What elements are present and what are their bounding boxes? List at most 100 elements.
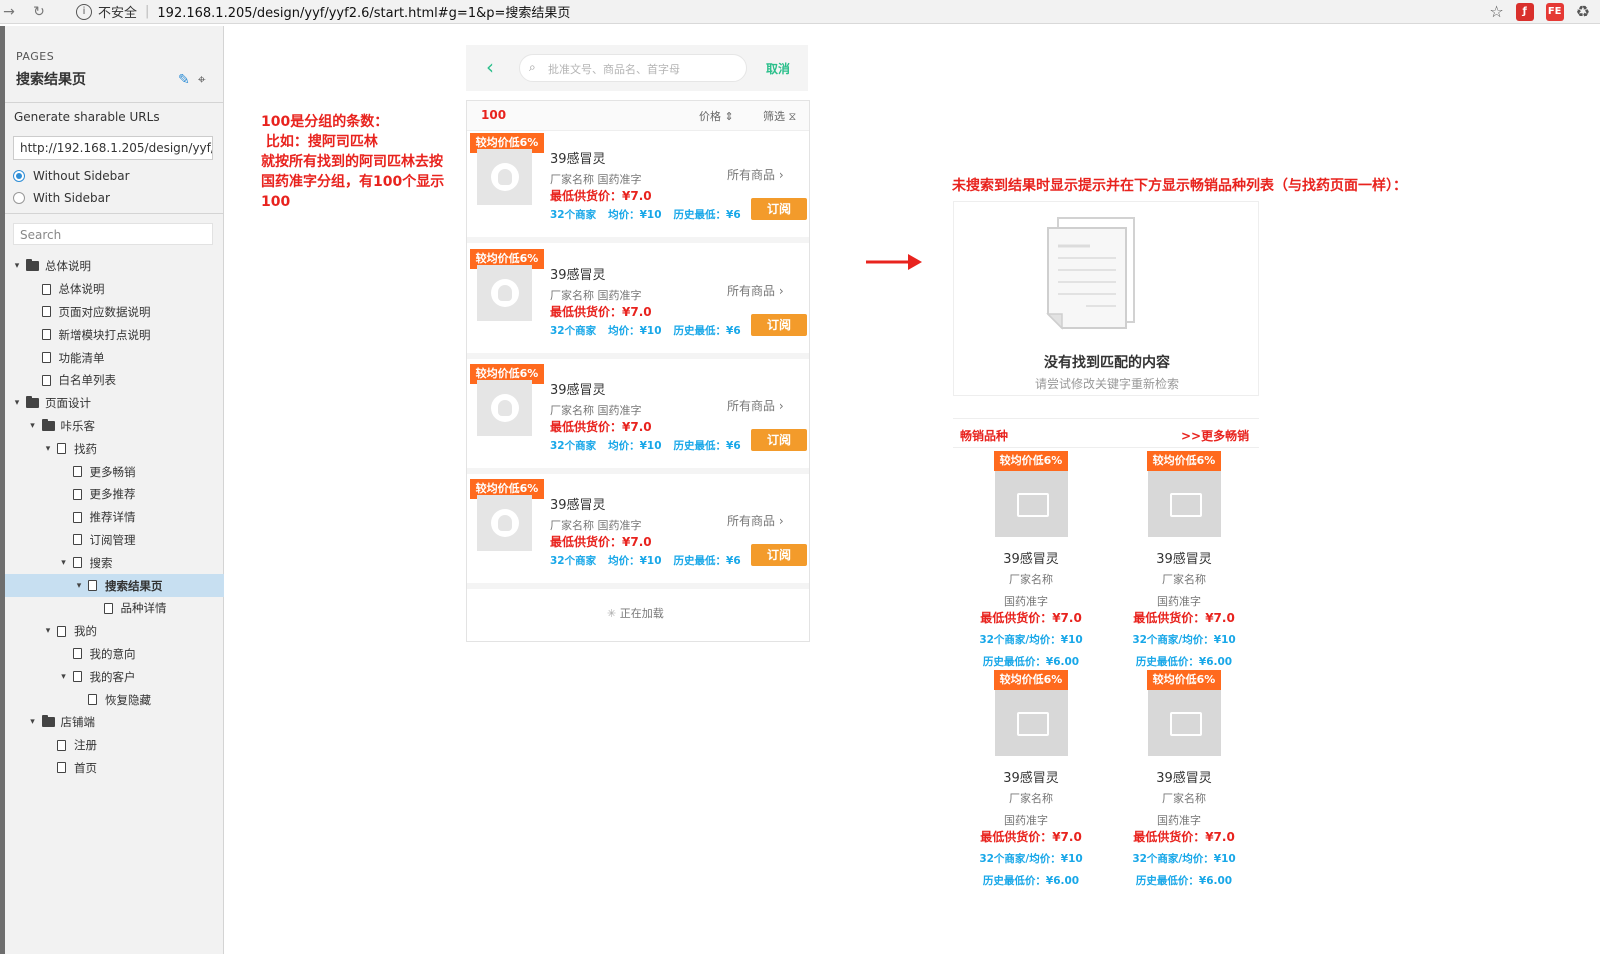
share-url-field[interactable]: http://192.168.1.205/design/yyf/yyf2.	[13, 136, 213, 160]
tree-item[interactable]: ▾ 咔乐客	[5, 415, 224, 438]
tree-item[interactable]: 总体说明	[5, 278, 224, 301]
expand-caret-icon[interactable]: ▾	[43, 444, 53, 454]
search-input[interactable]: ⌕ 批准文号、商品名、首字母	[519, 54, 747, 82]
edit-icon[interactable]: ✎	[178, 72, 190, 88]
tree-item-label: 找药	[74, 441, 97, 456]
empty-subtitle: 请尝试修改关键字重新检索	[1034, 377, 1179, 391]
subscribe-button[interactable]: 订阅	[751, 314, 807, 336]
subscribe-button[interactable]: 订阅	[751, 429, 807, 451]
page-icon	[41, 352, 51, 364]
product-name: 39感冒灵	[550, 383, 606, 398]
radio-without-sidebar[interactable]: Without Sidebar	[13, 169, 130, 183]
radio-with-sidebar[interactable]: With Sidebar	[13, 191, 110, 205]
bestseller-card[interactable]: 较均价低6% 39感冒灵 厂家名称 国药准字 最低供货价：¥7.0 32个商家/均价：¥1…	[1127, 451, 1277, 668]
page-icon	[57, 739, 66, 751]
tree-item[interactable]: ▾ 总体说明	[5, 255, 224, 278]
expand-caret-icon[interactable]: ▾	[12, 398, 22, 408]
tree-item[interactable]: 首页	[5, 757, 224, 780]
tree-item[interactable]: ▾ 搜索	[5, 551, 224, 574]
all-products-link[interactable]: 所有商品 ›	[727, 166, 784, 183]
expand-caret-icon[interactable]: ▾	[74, 581, 84, 591]
result-item[interactable]: 较均价低6% 39感冒灵 厂家名称 国药准字 所有商品 › 最低供货价：¥7.0 32个商…	[467, 247, 809, 359]
tree-item[interactable]: 页面对应数据说明	[5, 301, 224, 324]
tree-item[interactable]: 功能清单	[5, 346, 224, 369]
more-bestsellers-link[interactable]: >>更多畅销	[1181, 427, 1249, 444]
tree-item[interactable]: 恢复隐藏	[5, 688, 224, 711]
lowest-price: 最低供货价：¥7.0	[550, 305, 652, 319]
info-icon[interactable]: i	[76, 3, 92, 20]
tree-item-label: 恢复隐藏	[105, 692, 151, 707]
all-products-link[interactable]: 所有商品 ›	[727, 282, 784, 299]
tree-item[interactable]: 品种详情	[5, 597, 224, 620]
extension-icon[interactable]: FE	[1545, 2, 1564, 21]
tree-item-label: 总体说明	[58, 282, 105, 297]
bookmark-star-icon[interactable]: ☆	[1489, 2, 1503, 21]
tree-item[interactable]: ▾ 我的	[5, 620, 224, 643]
bestseller-card[interactable]: 较均价低6% 39感冒灵 厂家名称 国药准字 最低供货价：¥7.0 32个商家/均价：¥1…	[974, 451, 1124, 668]
bestseller-card[interactable]: 较均价低6% 39感冒灵 厂家名称 国药准字 最低供货价：¥7.0 32个商家/均价：¥1…	[974, 670, 1124, 887]
address-bar[interactable]: 192.168.1.205/design/yyf/yyf2.6/start.ht…	[157, 2, 570, 21]
product-thumbnail[interactable]	[477, 149, 532, 205]
product-thumbnail[interactable]	[477, 495, 532, 551]
generate-urls-label: Generate sharable URLs	[14, 110, 160, 124]
expand-caret-icon[interactable]: ▾	[59, 558, 69, 568]
expand-caret-icon[interactable]: ▾	[12, 261, 22, 271]
pin-icon[interactable]: ⌖	[198, 72, 206, 88]
image-placeholder-icon[interactable]	[995, 690, 1068, 756]
image-placeholder-icon[interactable]	[1148, 471, 1221, 537]
expand-caret-icon[interactable]: ▾	[43, 626, 53, 636]
merchant-count: 32个商家	[550, 555, 597, 567]
sidebar-search-input[interactable]: Search	[13, 223, 213, 245]
radio-selected-icon[interactable]	[13, 170, 25, 182]
expand-caret-icon[interactable]: ▾	[28, 717, 38, 727]
cancel-button[interactable]: 取消	[766, 60, 790, 77]
subscribe-button[interactable]: 订阅	[751, 544, 807, 566]
divider	[5, 102, 224, 103]
page-icon	[41, 374, 51, 386]
tree-item[interactable]: ▾ 我的客户	[5, 665, 224, 688]
product-thumbnail[interactable]	[477, 265, 532, 321]
product-thumbnail[interactable]	[477, 380, 532, 436]
product-meta: 厂家名称 国药准字	[550, 404, 642, 417]
result-item[interactable]: 较均价低6% 39感冒灵 厂家名称 国药准字 所有商品 › 最低供货价：¥7.0 32个商…	[467, 362, 809, 474]
tree-item-label: 注册	[74, 738, 97, 753]
merchant-count: 32个商家	[550, 325, 597, 337]
tree-item[interactable]: 更多推荐	[5, 483, 224, 506]
tree-item[interactable]: 注册	[5, 734, 224, 757]
tree-item[interactable]: 我的意向	[5, 643, 224, 666]
extension-icon[interactable]: ƒ	[1515, 2, 1534, 21]
expand-caret-icon[interactable]: ▾	[28, 421, 38, 431]
tree-item[interactable]: 订阅管理	[5, 529, 224, 552]
all-products-link[interactable]: 所有商品 ›	[727, 512, 784, 529]
tree-item[interactable]: ▾ 搜索结果页	[5, 574, 224, 597]
result-item[interactable]: 较均价低6% 39感冒灵 厂家名称 国药准字 所有商品 › 最低供货价：¥7.0 32个商…	[467, 131, 809, 243]
bestseller-card[interactable]: 较均价低6% 39感冒灵 厂家名称 国药准字 最低供货价：¥7.0 32个商家/均价：¥1…	[1127, 670, 1277, 887]
forward-icon[interactable]: →	[0, 4, 18, 20]
tree-item[interactable]: 更多畅销	[5, 460, 224, 483]
subscribe-button[interactable]: 订阅	[751, 198, 807, 220]
tree-item[interactable]: 新增模块打点说明	[5, 323, 224, 346]
tree-item[interactable]: 白名单列表	[5, 369, 224, 392]
recycle-icon[interactable]: ♻	[1576, 2, 1590, 21]
annotation-line: 比如：搜阿司匹林	[261, 134, 378, 150]
result-item[interactable]: 较均价低6% 39感冒灵 厂家名称 国药准字 所有商品 › 最低供货价：¥7.0 32个商…	[467, 477, 809, 589]
tree-item[interactable]: 推荐详情	[5, 506, 224, 529]
search-placeholder: 批准文号、商品名、首字母	[548, 63, 680, 76]
lowest-price: 最低供货价：¥7.0	[550, 535, 652, 549]
back-icon[interactable]: ‹	[486, 55, 494, 79]
filter-button[interactable]: 筛选 ⧖	[763, 108, 796, 124]
tree-item[interactable]: ▾ 店铺端	[5, 711, 224, 734]
radio-icon[interactable]	[13, 192, 25, 204]
historic-low: 历史最低价：¥6.00	[982, 875, 1080, 887]
image-placeholder-icon[interactable]	[995, 471, 1068, 537]
factory-name: 厂家名称	[1009, 573, 1053, 586]
tree-item[interactable]: ▾ 找药	[5, 437, 224, 460]
image-placeholder-icon[interactable]	[1148, 690, 1221, 756]
tree-item[interactable]: ▾ 页面设计	[5, 392, 224, 415]
all-products-link[interactable]: 所有商品 ›	[727, 397, 784, 414]
expand-caret-icon[interactable]: ▾	[59, 672, 69, 682]
annotation-line: 100	[261, 194, 291, 210]
sort-price-button[interactable]: 价格 ⇕	[699, 108, 734, 124]
tree-item-label: 首页	[74, 760, 97, 775]
reload-icon[interactable]: ↻	[30, 4, 48, 20]
